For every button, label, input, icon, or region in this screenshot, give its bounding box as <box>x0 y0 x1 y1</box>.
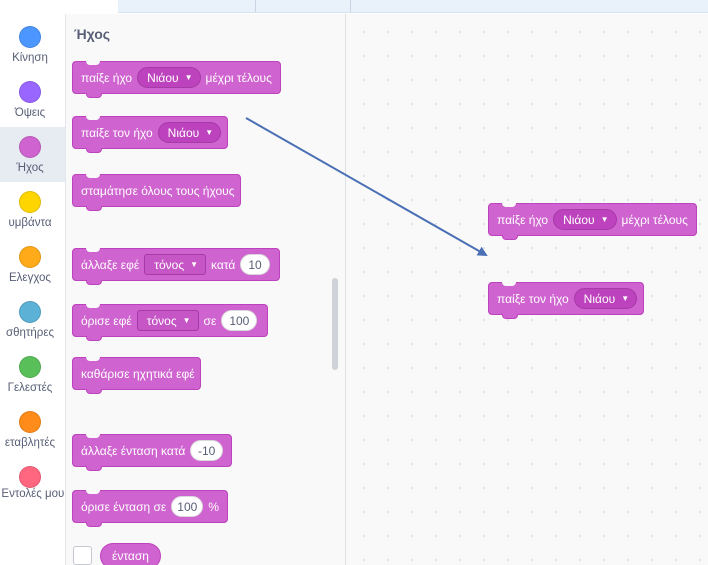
category-looks[interactable]: Όψεις <box>0 72 65 127</box>
block-text: ένταση <box>112 549 149 563</box>
category-label: σθητήρες <box>5 327 55 339</box>
block-text: άλλαξε εφέ <box>81 257 140 272</box>
caret-down-icon: ▼ <box>600 215 609 224</box>
category-sound-dot-icon <box>19 136 41 158</box>
category-label: Κίνηση <box>12 52 48 64</box>
sound-dropdown[interactable]: Νιάου ▼ <box>573 288 638 309</box>
number-input[interactable]: 10 <box>240 254 270 275</box>
category-events-dot-icon <box>19 191 41 213</box>
top-tabs-strip <box>118 0 708 13</box>
category-operators-dot-icon <box>19 356 41 378</box>
block-text: σε <box>203 313 217 328</box>
palette-title: Ήχος <box>74 26 111 42</box>
category-label: ι Εντολές μου <box>0 488 65 500</box>
category-label: Όψεις <box>14 107 46 119</box>
block-text: παίξε ήχο <box>81 70 133 85</box>
block-text: παίξε τον ήχο <box>81 125 153 140</box>
block-text: μέχρι τέλους <box>621 212 688 227</box>
block-text: καθάρισε ηχητικά εφέ <box>81 366 195 381</box>
category-control-dot-icon <box>19 246 41 268</box>
category-variables[interactable]: εταβλητές <box>0 402 65 457</box>
sound-dropdown[interactable]: Νιάου ▼ <box>137 67 201 88</box>
number-input[interactable]: 100 <box>171 496 204 517</box>
category-motion-dot-icon <box>19 26 41 48</box>
sound-dropdown[interactable]: Νιάου ▼ <box>157 122 222 143</box>
block-text: παίξε ήχο <box>497 212 549 227</box>
category-events[interactable]: υμβάντα <box>0 182 65 237</box>
category-my-blocks-dot-icon <box>19 466 41 488</box>
canvas-start-sound-block[interactable]: παίξε τον ήχο Νιάου ▼ <box>488 282 644 319</box>
category-variables-dot-icon <box>19 411 41 433</box>
category-label: Γελεστές <box>7 382 53 394</box>
tab-divider <box>255 0 256 12</box>
canvas-play-sound-until-done-block[interactable]: παίξε ήχο Νιάου ▼ μέχρι τέλους <box>488 203 697 240</box>
set-effect-block[interactable]: όρισε εφέ τόνος ▼ σε 100 <box>72 304 268 341</box>
change-effect-block[interactable]: άλλαξε εφέ τόνος ▼ κατά 10 <box>72 248 280 285</box>
clear-sound-effects-block[interactable]: καθάρισε ηχητικά εφέ <box>72 357 201 394</box>
category-sensing-dot-icon <box>19 301 41 323</box>
block-text: κατά <box>211 257 236 272</box>
palette-scrollbar[interactable] <box>332 278 338 370</box>
top-bar <box>0 0 708 14</box>
number-input[interactable]: 100 <box>221 310 258 331</box>
volume-reporter-block[interactable]: ένταση <box>100 543 161 565</box>
block-text: όρισε ένταση σε <box>81 499 167 514</box>
caret-down-icon: ▼ <box>182 316 191 325</box>
category-control[interactable]: Ελεγχος <box>0 237 65 292</box>
start-sound-block[interactable]: παίξε τον ήχο Νιάου ▼ <box>72 116 228 153</box>
category-sensing[interactable]: σθητήρες <box>0 292 65 347</box>
category-looks-dot-icon <box>19 81 41 103</box>
caret-down-icon: ▼ <box>621 294 630 303</box>
category-label: Ελεγχος <box>9 272 51 284</box>
block-text: σταμάτησε όλους τους ήχους <box>81 183 235 198</box>
change-volume-block[interactable]: άλλαξε ένταση κατά -10 <box>72 434 232 471</box>
tab-divider <box>350 0 351 12</box>
category-menu: Κίνηση Όψεις Ήχος υμβάντα Ελεγχος σθητήρ… <box>0 14 66 565</box>
category-label: εταβλητές <box>4 437 56 449</box>
caret-down-icon: ▼ <box>205 128 214 137</box>
play-sound-until-done-block[interactable]: παίξε ήχο Νιάου ▼ μέχρι τέλους <box>72 61 281 98</box>
effect-dropdown[interactable]: τόνος ▼ <box>144 254 207 275</box>
set-volume-block[interactable]: όρισε ένταση σε 100 % <box>72 490 228 527</box>
block-text: παίξε τον ήχο <box>497 291 569 306</box>
category-label: υμβάντα <box>8 217 52 229</box>
dropdown-value: Νιάου <box>147 70 179 85</box>
category-motion[interactable]: Κίνηση <box>0 17 65 72</box>
block-palette: Ήχος παίξε ήχο Νιάου ▼ μέχρι τέλους παίξε… <box>66 14 346 565</box>
block-text: % <box>208 499 219 514</box>
category-my-blocks[interactable]: ι Εντολές μου <box>0 457 65 527</box>
number-input[interactable]: -10 <box>190 440 223 461</box>
script-area[interactable]: παίξε ήχο Νιάου ▼ μέχρι τέλους παίξε τον … <box>346 14 708 565</box>
volume-monitor-checkbox[interactable] <box>73 546 92 565</box>
dropdown-value: Νιάου <box>583 291 616 306</box>
stop-all-sounds-block[interactable]: σταμάτησε όλους τους ήχους <box>72 174 241 211</box>
category-sound[interactable]: Ήχος <box>0 127 65 182</box>
block-text: μέχρι τέλους <box>205 70 272 85</box>
caret-down-icon: ▼ <box>190 260 199 269</box>
dropdown-value: Νιάου <box>563 212 595 227</box>
dropdown-value: τόνος <box>146 313 177 328</box>
sound-dropdown[interactable]: Νιάου ▼ <box>553 209 617 230</box>
caret-down-icon: ▼ <box>184 73 193 82</box>
category-label: Ήχος <box>16 162 44 174</box>
block-text: όρισε εφέ <box>81 313 132 328</box>
dropdown-value: Νιάου <box>167 125 200 140</box>
block-text: άλλαξε ένταση κατά <box>81 443 186 458</box>
category-operators[interactable]: Γελεστές <box>0 347 65 402</box>
effect-dropdown[interactable]: τόνος ▼ <box>136 310 199 331</box>
dropdown-value: τόνος <box>154 257 185 272</box>
